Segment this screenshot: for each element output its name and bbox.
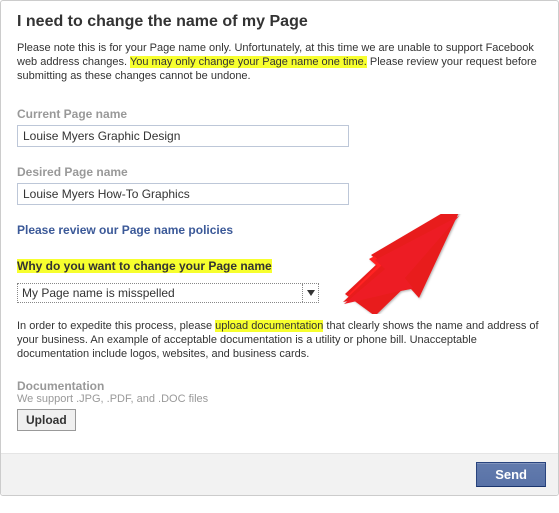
expedite-text: In order to expedite this process, pleas… (17, 319, 542, 361)
page-name-change-dialog: I need to change the name of my Page Ple… (0, 0, 559, 496)
intro-text: Please note this is for your Page name o… (17, 41, 542, 83)
documentation-support: We support .JPG, .PDF, and .DOC files (17, 393, 542, 405)
desired-name-label: Desired Page name (17, 165, 542, 179)
send-button[interactable]: Send (476, 462, 546, 487)
intro-highlight: You may only change your Page name one t… (130, 56, 367, 68)
current-name-label: Current Page name (17, 107, 542, 121)
why-label: Why do you want to change your Page name (17, 259, 272, 273)
desired-name-input[interactable] (17, 183, 349, 205)
expedite-highlight: upload documentation (215, 320, 323, 332)
upload-button[interactable]: Upload (17, 409, 76, 431)
why-group: Why do you want to change your Page name (17, 259, 542, 283)
documentation-label: Documentation (17, 379, 542, 393)
why-dropdown[interactable]: My Page name is misspelled (17, 283, 319, 303)
current-name-group: Current Page name (17, 107, 542, 147)
why-dropdown-wrap[interactable]: My Page name is misspelled (17, 283, 319, 303)
dialog-title: I need to change the name of my Page (17, 13, 542, 31)
documentation-section: Documentation We support .JPG, .PDF, and… (17, 379, 542, 431)
expedite-part1: In order to expedite this process, pleas… (17, 320, 215, 332)
dialog-body: I need to change the name of my Page Ple… (1, 1, 558, 453)
policy-link[interactable]: Please review our Page name policies (17, 223, 233, 237)
desired-name-group: Desired Page name (17, 165, 542, 205)
dialog-footer: Send (1, 453, 558, 495)
current-name-input[interactable] (17, 125, 349, 147)
